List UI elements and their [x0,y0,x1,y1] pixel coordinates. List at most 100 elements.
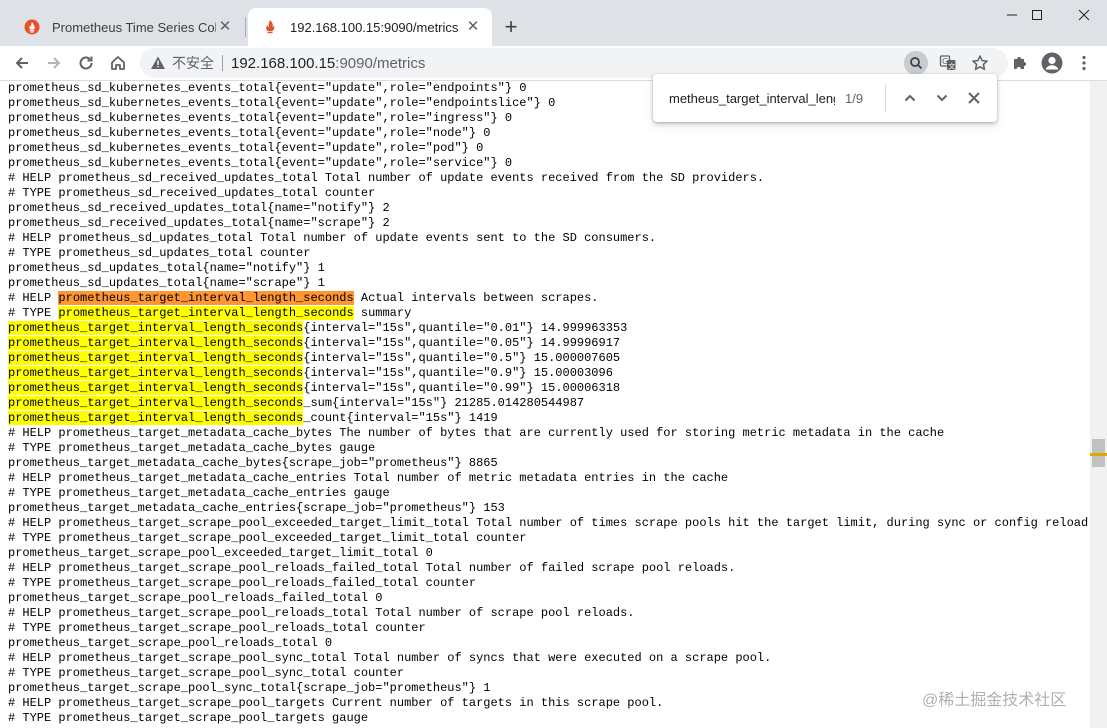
close-tab-icon[interactable]: ✕ [216,18,234,36]
warning-triangle-icon [151,56,165,69]
maximize-button[interactable] [1014,0,1060,30]
metric-line: prometheus_sd_updates_total{name="scrape… [8,276,325,290]
find-match-current: prometheus_target_interval_length_second… [58,291,354,305]
tab-strip: Prometheus Time Series Collection ✕ 192.… [0,0,1107,46]
metric-line: # HELP prometheus_target_scrape_pool_tar… [8,696,664,710]
security-status-label[interactable]: 不安全 [172,53,214,73]
find-input[interactable]: metheus_target_interval_length_seconds [669,91,835,106]
account-avatar-icon [1041,52,1063,74]
svg-text:文: 文 [948,61,955,70]
metric-line: # HELP prometheus_sd_updates_total Total… [8,231,657,245]
maximize-icon [1032,10,1042,20]
metrics-page: prometheus_sd_kubernetes_events_total{ev… [0,81,1090,728]
chevron-up-icon [904,94,916,102]
new-tab-button[interactable]: + [498,14,524,40]
url-path: :9090/metrics [335,54,426,72]
find-divider [885,84,886,112]
profile-button[interactable] [1038,49,1066,77]
address-divider [222,55,223,71]
metric-line: prometheus_target_interval_length_second… [8,381,621,395]
url-text[interactable]: 192.168.100.15:9090/metrics [231,55,425,72]
url-host: 192.168.100.15 [231,54,336,72]
close-window-button[interactable] [1061,0,1107,30]
find-match: prometheus_target_interval_length_second… [8,321,304,335]
metric-line: prometheus_target_interval_length_second… [8,396,585,410]
metric-line: prometheus_target_interval_length_second… [8,366,613,380]
metric-line: # TYPE prometheus_target_scrape_pool_rel… [8,576,477,590]
find-next-button[interactable] [926,82,958,114]
metric-line: prometheus_target_scrape_pool_reloads_to… [8,636,333,650]
chevron-down-icon [936,94,948,102]
metric-line: # TYPE prometheus_sd_received_updates_to… [8,186,376,200]
metric-line: prometheus_target_interval_length_second… [8,336,621,350]
metric-line: prometheus_target_metadata_cache_bytes{s… [8,456,498,470]
search-in-page-button[interactable] [904,51,928,75]
find-match: prometheus_target_interval_length_second… [8,411,304,425]
find-bar: metheus_target_interval_length_seconds 1… [653,74,997,122]
forward-button[interactable] [40,49,68,77]
find-match: prometheus_target_interval_length_second… [8,336,304,350]
more-vertical-icon [1082,55,1086,71]
metric-line: prometheus_sd_kubernetes_events_total{ev… [8,96,556,110]
metric-line: prometheus_sd_received_updates_total{nam… [8,216,390,230]
prometheus-flame-icon [266,20,275,34]
metric-line: prometheus_sd_kubernetes_events_total{ev… [8,126,491,140]
prometheus-flame-icon [24,19,40,35]
find-match: prometheus_target_interval_length_second… [8,366,304,380]
metric-line: # HELP prometheus_target_scrape_pool_rel… [8,561,736,575]
metric-line: prometheus_sd_kubernetes_events_total{ev… [8,111,513,125]
menu-button[interactable] [1070,49,1098,77]
tab-metrics[interactable]: 192.168.100.15:9090/metrics ✕ [248,8,492,46]
find-previous-button[interactable] [894,82,926,114]
metric-line: # TYPE prometheus_target_metadata_cache_… [8,486,390,500]
metric-line: # TYPE prometheus_target_scrape_pool_syn… [8,666,405,680]
metric-line: prometheus_target_metadata_cache_entries… [8,501,505,515]
metric-line: prometheus_target_interval_length_second… [8,321,628,335]
metrics-text: prometheus_sd_kubernetes_events_total{ev… [0,81,1090,726]
home-icon [111,56,125,70]
metric-line: prometheus_sd_kubernetes_events_total{ev… [8,141,484,155]
metric-line: prometheus_sd_kubernetes_events_total{ev… [8,81,527,95]
find-match-count: 1/9 [845,90,864,106]
back-button[interactable] [8,49,36,77]
metric-line: # HELP prometheus_target_metadata_cache_… [8,471,729,485]
reload-button[interactable] [72,49,100,77]
metric-line: # TYPE prometheus_target_interval_length… [8,306,412,320]
tab-title: 192.168.100.15:9090/metrics [290,19,459,35]
tab-title: Prometheus Time Series Collection [52,19,216,35]
watermark: @稀土掘金技术社区 [922,692,1067,709]
metric-line: # HELP prometheus_target_scrape_pool_rel… [8,606,635,620]
translate-button[interactable]: G文 [936,51,960,75]
close-tab-icon[interactable]: ✕ [464,18,482,36]
metric-line: prometheus_sd_updates_total{name="notify… [8,261,325,275]
find-match: prometheus_target_interval_length_second… [8,381,304,395]
close-find-button[interactable] [958,82,990,114]
find-match: prometheus_target_interval_length_second… [58,306,354,320]
metric-line: # TYPE prometheus_sd_updates_total count… [8,246,311,260]
close-icon [968,92,980,104]
search-icon [910,57,923,70]
home-button[interactable] [104,49,132,77]
translate-icon: G文 [939,55,956,70]
metric-line: # TYPE prometheus_target_scrape_pool_rel… [8,621,426,635]
metric-line: prometheus_sd_received_updates_total{nam… [8,201,390,215]
metric-line: # HELP prometheus_sd_received_updates_to… [8,171,765,185]
metric-line: # TYPE prometheus_target_metadata_cache_… [8,441,376,455]
back-arrow-icon [15,57,28,69]
vertical-scrollbar[interactable] [1090,81,1107,728]
close-icon [1078,9,1090,21]
tab-prometheus-collection[interactable]: Prometheus Time Series Collection ✕ [10,8,244,46]
bookmark-star-button[interactable] [968,51,992,75]
metric-line: prometheus_target_scrape_pool_reloads_fa… [8,591,383,605]
find-match-marker [1090,453,1107,456]
metric-line: # HELP prometheus_target_scrape_pool_exc… [8,516,1090,530]
metric-line: prometheus_sd_kubernetes_events_total{ev… [8,156,513,170]
forward-arrow-icon [48,57,61,69]
puzzle-piece-icon [1014,57,1026,69]
metric-line: # HELP prometheus_target_metadata_cache_… [8,426,945,440]
star-icon [972,55,988,71]
metric-line: # TYPE prometheus_target_scrape_pool_exc… [8,531,527,545]
metric-line: # HELP prometheus_target_interval_length… [8,291,599,305]
extensions-button[interactable] [1006,49,1034,77]
metric-line: # TYPE prometheus_target_scrape_pool_tar… [8,711,369,725]
